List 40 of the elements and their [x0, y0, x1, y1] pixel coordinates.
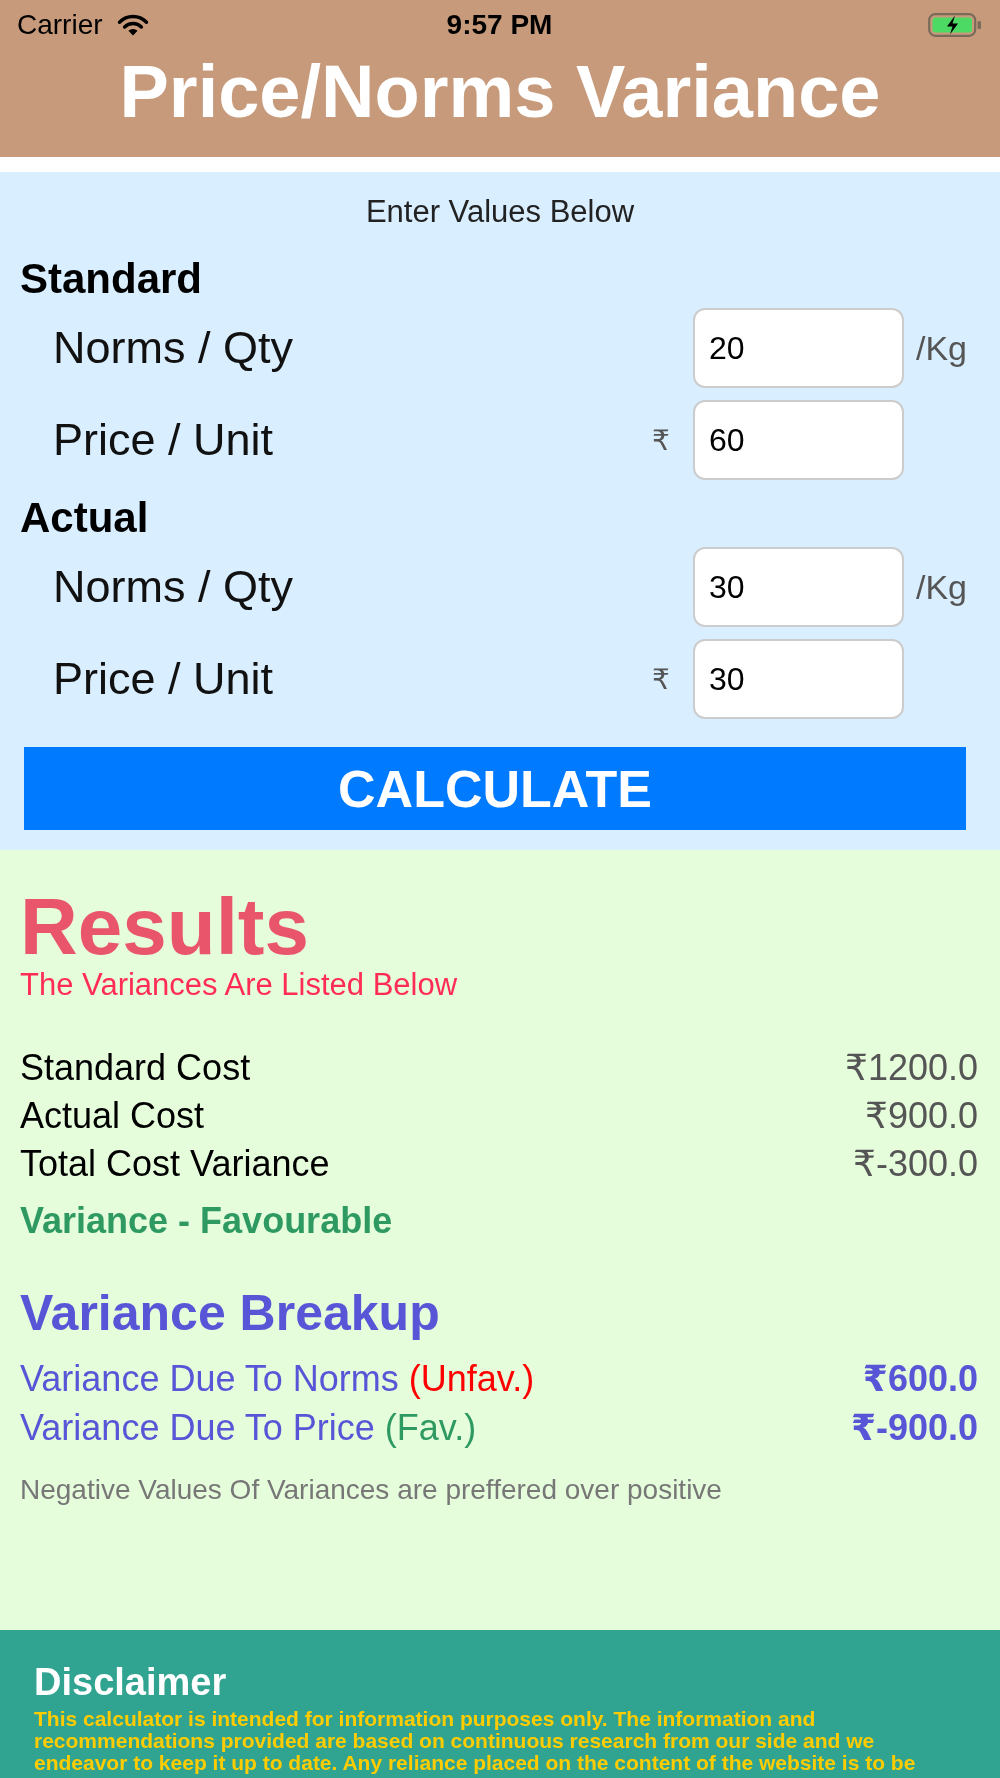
group-heading: Standard	[20, 255, 204, 302]
field-label: Price / Unit	[53, 414, 274, 466]
calculate-button[interactable]: CALCULATE	[24, 747, 966, 830]
cost-label: Standard Cost	[20, 1046, 251, 1090]
status-time: 9:57 PM	[446, 9, 553, 41]
cost-value: ₹1200.0	[845, 1046, 978, 1090]
number-input[interactable]: 60	[693, 400, 904, 480]
cost-value: ₹-300.0	[853, 1142, 978, 1186]
instruction-text: Enter Values Below	[364, 193, 636, 231]
number-input[interactable]: 20	[693, 308, 904, 388]
results-subtitle: The Variances Are Listed Below	[20, 967, 458, 1003]
cost-label: Actual Cost	[20, 1094, 205, 1138]
unit-label: /Kg	[916, 567, 968, 607]
number-input[interactable]: 30	[693, 639, 904, 719]
variance-label: Variance Due To Norms	[20, 1357, 399, 1401]
unit-label: /Kg	[916, 328, 968, 368]
app-title: Price/Norms Variance	[118, 55, 882, 129]
field-label: Price / Unit	[53, 653, 274, 705]
cost-value: ₹900.0	[865, 1094, 978, 1138]
cost-label: Total Cost Variance	[20, 1142, 330, 1186]
battery-icon	[928, 13, 982, 37]
group-heading: Actual	[20, 494, 150, 541]
variance-value: ₹-900.0	[850, 1406, 978, 1450]
currency-symbol: ₹	[652, 423, 670, 457]
disclaimer-text: This calculator is intended for information purposes only. The information and recommendations provided are based on continuous research from our side and we endeavor to keep it up to date. Any reliance placed on the content of the website is to be	[34, 1708, 917, 1774]
variance-label: Variance Due To Price	[20, 1406, 375, 1450]
variance-verdict: Variance - Favourable	[20, 1199, 393, 1243]
field-label: Norms / Qty	[53, 561, 293, 613]
currency-symbol: ₹	[652, 662, 670, 696]
variance-tag: (Unfav.)	[408, 1354, 535, 1403]
variance-value: ₹600.0	[862, 1357, 978, 1401]
wifi-icon	[116, 14, 149, 36]
carrier-label: Carrier	[17, 9, 103, 41]
number-input[interactable]: 30	[693, 547, 904, 627]
breakup-heading: Variance Breakup	[20, 1285, 440, 1341]
results-heading: Results	[20, 887, 309, 967]
variance-tag: (Fav.)	[384, 1403, 477, 1452]
field-label: Norms / Qty	[53, 322, 293, 374]
disclaimer-heading: Disclaimer	[34, 1661, 228, 1703]
note-text: Negative Values Of Variances are preffered over positive	[20, 1473, 722, 1507]
